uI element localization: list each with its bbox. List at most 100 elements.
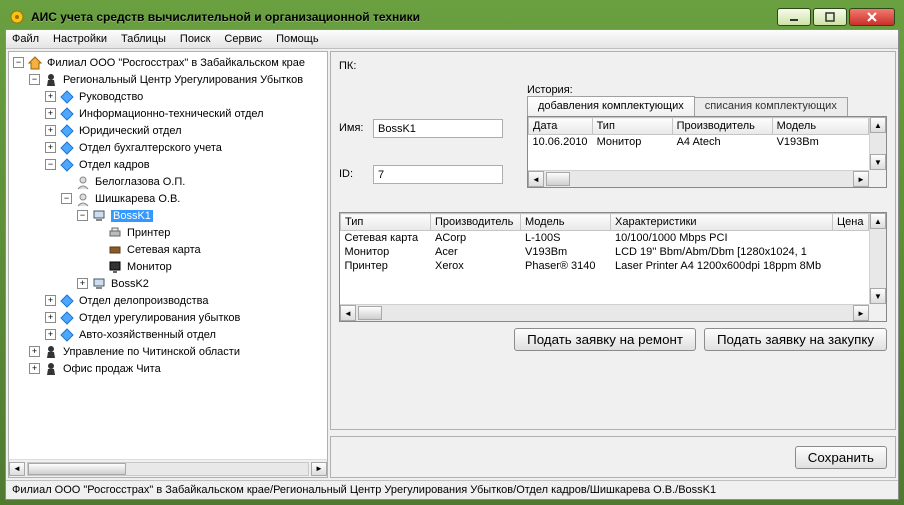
save-button[interactable]: Сохранить (795, 446, 887, 469)
tree-node-division[interactable]: +Управление по Читинской области (13, 343, 325, 360)
scroll-up-icon[interactable]: ▲ (870, 213, 886, 229)
scroll-down-icon[interactable]: ▼ (870, 154, 886, 170)
horizontal-scrollbar[interactable]: ◄► (340, 304, 869, 321)
horizontal-scrollbar[interactable]: ◄► (528, 170, 869, 187)
diamond-icon (59, 293, 75, 309)
tree-node-dept[interactable]: +Отдел делопроизводства (13, 292, 325, 309)
pawn-icon (43, 361, 59, 377)
scroll-left-icon[interactable]: ◄ (528, 171, 544, 187)
computer-icon (91, 208, 107, 224)
menu-file[interactable]: Файл (12, 33, 39, 45)
tree-node-branch-root[interactable]: − Филиал ООО "Росгосстрах" в Забайкальск… (13, 54, 325, 71)
scroll-left-icon[interactable]: ◄ (340, 305, 356, 321)
expander-icon[interactable]: − (45, 159, 56, 170)
person-icon (75, 191, 91, 207)
expander-icon[interactable]: + (45, 142, 56, 153)
tree-node-component[interactable]: Сетевая карта (13, 241, 325, 258)
col-manufacturer[interactable]: Производитель (431, 214, 521, 231)
menu-service[interactable]: Сервис (224, 33, 262, 45)
expander-icon[interactable]: + (29, 346, 40, 357)
statusbar: Филиал ООО "Росгосстрах" в Забайкальском… (6, 480, 898, 499)
table-row[interactable]: Сетевая картаACorpL-100S10/100/1000 Mbps… (341, 231, 869, 246)
titlebar[interactable]: АИС учета средств вычислительной и орган… (5, 5, 899, 29)
scroll-right-icon[interactable]: ► (853, 171, 869, 187)
expander-icon[interactable]: + (45, 108, 56, 119)
house-icon (27, 55, 43, 71)
tree-node-component[interactable]: Принтер (13, 224, 325, 241)
tree-node-dept[interactable]: +Юридический отдел (13, 122, 325, 139)
scroll-right-icon[interactable]: ► (853, 305, 869, 321)
expander-icon[interactable]: + (45, 312, 56, 323)
menu-search[interactable]: Поиск (180, 33, 210, 45)
purchase-request-button[interactable]: Подать заявку на закупку (704, 328, 887, 351)
scroll-right-icon[interactable]: ► (311, 462, 327, 476)
scroll-thumb[interactable] (546, 172, 570, 186)
tab-remove-components[interactable]: списания комплектующих (694, 97, 848, 117)
tree-horizontal-scrollbar[interactable]: ◄ ► (9, 459, 327, 477)
tree-node-pc-bossk2[interactable]: +BossK2 (13, 275, 325, 292)
window-title: АИС учета средств вычислительной и орган… (31, 10, 777, 24)
scroll-thumb[interactable] (28, 463, 126, 475)
col-specs[interactable]: Характеристики (611, 214, 833, 231)
scroll-up-icon[interactable]: ▲ (870, 117, 886, 133)
minimize-button[interactable] (777, 8, 811, 26)
tree[interactable]: − Филиал ООО "Росгосстрах" в Забайкальск… (9, 52, 327, 459)
col-model[interactable]: Модель (772, 118, 868, 135)
id-field[interactable] (373, 165, 503, 184)
tree-panel: − Филиал ООО "Росгосстрах" в Забайкальск… (8, 51, 328, 478)
vertical-scrollbar[interactable]: ▲▼ (869, 213, 886, 304)
table-row[interactable]: МониторAcerV193Bm LCD 19'' Bbm/Abm/Dbm [… (341, 245, 869, 259)
col-type[interactable]: Тип (592, 118, 672, 135)
expander-icon[interactable]: + (45, 329, 56, 340)
tree-node-dept[interactable]: +Авто-хозяйственный отдел (13, 326, 325, 343)
person-icon (75, 174, 91, 190)
expander-icon[interactable]: − (29, 74, 40, 85)
diamond-icon (59, 310, 75, 326)
menu-settings[interactable]: Настройки (53, 33, 107, 45)
col-model[interactable]: Модель (521, 214, 611, 231)
menu-tables[interactable]: Таблицы (121, 33, 166, 45)
repair-request-button[interactable]: Подать заявку на ремонт (514, 328, 696, 351)
col-price[interactable]: Цена (833, 214, 869, 231)
diamond-icon (59, 140, 75, 156)
name-field[interactable] (373, 119, 503, 138)
table-row[interactable]: ПринтерXeroxPhaser® 3140 Laser Printer A… (341, 259, 869, 273)
vertical-scrollbar[interactable]: ▲▼ (869, 117, 886, 170)
tree-node-dept[interactable]: +Руководство (13, 88, 325, 105)
table-row[interactable]: 10.06.2010 Монитор A4 Atech V193Bm (529, 135, 869, 150)
maximize-button[interactable] (813, 8, 847, 26)
expander-icon[interactable]: + (45, 295, 56, 306)
scroll-down-icon[interactable]: ▼ (870, 288, 886, 304)
expander-icon[interactable]: − (13, 57, 24, 68)
tree-node-person-shishkareva[interactable]: −Шишкарева О.В. (13, 190, 325, 207)
tree-node-component[interactable]: Монитор (13, 258, 325, 275)
menu-help[interactable]: Помощь (276, 33, 319, 45)
tree-node-pc-bossk1[interactable]: −BossK1 (13, 207, 325, 224)
expander-icon[interactable]: + (77, 278, 88, 289)
tree-node-regional-center[interactable]: − Региональный Центр Урегулирования Убыт… (13, 71, 325, 88)
expander-icon[interactable]: − (61, 193, 72, 204)
pawn-icon (43, 344, 59, 360)
col-type[interactable]: Тип (341, 214, 431, 231)
scroll-thumb[interactable] (358, 306, 382, 320)
expander-icon[interactable]: + (45, 91, 56, 102)
tree-node-division[interactable]: +Офис продаж Чита (13, 360, 325, 377)
tree-node-dept[interactable]: +Информационно-технический отдел (13, 105, 325, 122)
tree-node-dept[interactable]: +Отдел бухгалтерского учета (13, 139, 325, 156)
tree-node-dept-hr[interactable]: −Отдел кадров (13, 156, 325, 173)
expander-icon[interactable]: + (45, 125, 56, 136)
history-grid[interactable]: Дата Тип Производитель Модель 10.06.2010… (527, 116, 887, 188)
menubar: Файл Настройки Таблицы Поиск Сервис Помо… (6, 30, 898, 49)
tree-node-dept[interactable]: +Отдел урегулирования убытков (13, 309, 325, 326)
app-window: АИС учета средств вычислительной и орган… (0, 0, 904, 505)
network-card-icon (107, 242, 123, 258)
scroll-left-icon[interactable]: ◄ (9, 462, 25, 476)
col-date[interactable]: Дата (529, 118, 593, 135)
close-button[interactable] (849, 8, 895, 26)
tree-node-person[interactable]: Белоглазова О.П. (13, 173, 325, 190)
expander-icon[interactable]: + (29, 363, 40, 374)
expander-icon[interactable]: − (77, 210, 88, 221)
tab-add-components[interactable]: добавления комплектующих (527, 96, 695, 116)
components-grid[interactable]: Тип Производитель Модель Характеристики … (339, 212, 887, 322)
col-manufacturer[interactable]: Производитель (672, 118, 772, 135)
